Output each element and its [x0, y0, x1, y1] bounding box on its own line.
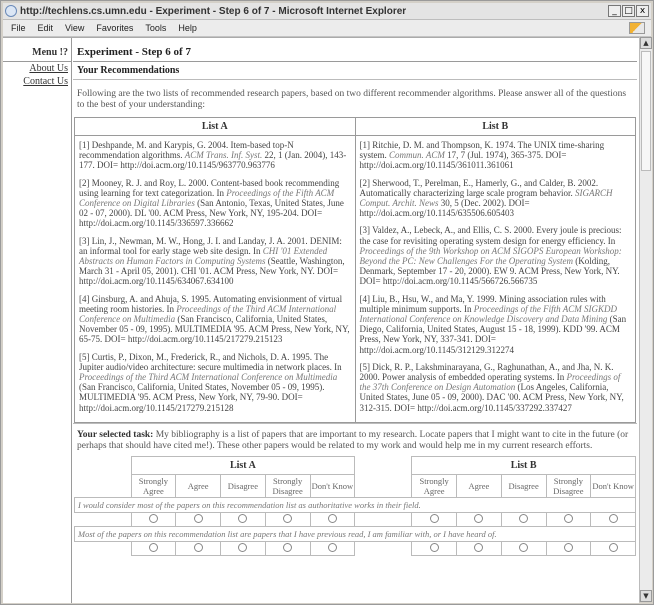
- rating-table: List A List B Strongly Agree Agree Disag…: [74, 455, 636, 556]
- radio-a2-agree[interactable]: [193, 542, 203, 552]
- selected-task: Your selected task: My bibliography is a…: [73, 422, 637, 456]
- list-item: [3] Valdez, A., Lebeck, A., and Ellis, C…: [359, 225, 622, 287]
- nav-contact-us[interactable]: Contact Us: [3, 75, 71, 88]
- radio-b2-strongly-disagree[interactable]: [563, 542, 573, 552]
- radio-a2-strongly-disagree[interactable]: [283, 542, 293, 552]
- close-button[interactable]: x: [636, 5, 649, 17]
- radio-a1-strongly-disagree[interactable]: [283, 513, 293, 523]
- radio-b1-strongly-agree[interactable]: [429, 513, 439, 523]
- nav-menu[interactable]: Menu !?: [3, 38, 71, 62]
- menu-tools[interactable]: Tools: [145, 23, 166, 33]
- main-content: Experiment - Step 6 of 7 Your Recommenda…: [73, 38, 637, 603]
- list-item: [1] Ritchie, D. M. and Thompson, K. 1974…: [359, 140, 605, 171]
- list-b: [1] Ritchie, D. M. and Thompson, K. 1974…: [354, 135, 636, 423]
- list-item: [2] Mooney, R. J. and Roy, L. 2000. Cont…: [79, 177, 344, 229]
- radio-b1-disagree[interactable]: [519, 513, 529, 523]
- list-item: [2] Sherwood, T., Perelman, E., Hamerly,…: [359, 177, 613, 219]
- radio-a2-strongly-agree[interactable]: [148, 542, 158, 552]
- rating-list-a-header: List A: [130, 455, 356, 475]
- windows-logo-icon: [629, 22, 645, 34]
- list-item: [1] Deshpande, M. and Karypis, G. 2004. …: [79, 140, 347, 171]
- vertical-scrollbar[interactable]: ▲ ▼: [639, 37, 652, 602]
- scale-label: Strongly Agree: [130, 473, 177, 498]
- left-nav: Menu !? About Us Contact Us: [3, 38, 72, 603]
- rating-list-b-header: List B: [411, 455, 636, 475]
- scale-label: Don't Know: [309, 473, 356, 498]
- list-item: [5] Dick, R. P., Lakshminarayana, G., Ra…: [359, 361, 624, 413]
- window-title: http://techlens.cs.umn.edu - Experiment …: [20, 5, 407, 17]
- ie-icon: [5, 5, 17, 17]
- scale-label: Disagree: [500, 473, 547, 498]
- task-label: Your selected task:: [77, 429, 154, 440]
- radio-a1-strongly-agree[interactable]: [148, 513, 158, 523]
- radio-a2-dont-know[interactable]: [327, 542, 337, 552]
- menu-edit[interactable]: Edit: [38, 23, 54, 33]
- browser-window: http://techlens.cs.umn.edu - Experiment …: [0, 0, 654, 605]
- rating-statement: Most of the papers on this recommendatio…: [74, 525, 636, 542]
- page-title: Experiment - Step 6 of 7: [73, 38, 637, 62]
- scale-label: Strongly Agree: [411, 473, 457, 498]
- radio-a2-disagree[interactable]: [238, 542, 248, 552]
- scroll-up-icon[interactable]: ▲: [640, 37, 652, 49]
- menu-favorites[interactable]: Favorites: [96, 23, 133, 33]
- list-a: [1] Deshpande, M. and Karypis, G. 2004. …: [74, 135, 356, 423]
- scale-label: Strongly Disagree: [264, 473, 311, 498]
- nav-about-us[interactable]: About Us: [3, 62, 71, 75]
- list-item: [4] Liu, B., Hsu, W., and Ma, Y. 1999. M…: [359, 293, 627, 355]
- radio-a1-dont-know[interactable]: [327, 513, 337, 523]
- scale-label: Strongly Disagree: [545, 473, 592, 498]
- task-text: My bibliography is a list of papers that…: [77, 429, 629, 451]
- recommendation-lists: List A List B [1] Deshpande, M. and Kary…: [74, 117, 636, 423]
- menu-help[interactable]: Help: [178, 23, 197, 33]
- menu-file[interactable]: File: [11, 23, 26, 33]
- scroll-down-icon[interactable]: ▼: [640, 590, 652, 602]
- title-bar: http://techlens.cs.umn.edu - Experiment …: [3, 3, 651, 20]
- scroll-thumb[interactable]: [641, 51, 651, 171]
- list-a-header: List A: [74, 117, 356, 136]
- radio-b2-disagree[interactable]: [519, 542, 529, 552]
- scale-label: Agree: [175, 473, 221, 498]
- radio-b1-agree[interactable]: [474, 513, 484, 523]
- scale-label: Don't Know: [590, 473, 636, 498]
- list-item: [4] Ginsburg, A. and Ahuja, S. 1995. Aut…: [79, 293, 350, 345]
- minimize-button[interactable]: _: [608, 5, 621, 17]
- radio-a1-disagree[interactable]: [238, 513, 248, 523]
- radio-b2-strongly-agree[interactable]: [429, 542, 439, 552]
- radio-a1-agree[interactable]: [193, 513, 203, 523]
- maximize-button[interactable]: □: [622, 5, 635, 17]
- menu-bar: File Edit View Favorites Tools Help: [3, 20, 651, 37]
- scale-label: Agree: [456, 473, 502, 498]
- rating-statement: I would consider most of the papers on t…: [74, 496, 636, 513]
- scale-label: Disagree: [220, 473, 266, 498]
- list-item: [5] Curtis, P., Dixon, M., Frederick, R.…: [79, 351, 342, 413]
- radio-b1-dont-know[interactable]: [608, 513, 618, 523]
- radio-b1-strongly-disagree[interactable]: [563, 513, 573, 523]
- menu-view[interactable]: View: [65, 23, 84, 33]
- list-item: [3] Lin, J., Newman, M. W., Hong, J. I. …: [79, 235, 345, 287]
- intro-text: Following are the two lists of recommend…: [77, 89, 627, 110]
- page-viewport: Menu !? About Us Contact Us Experiment -…: [3, 37, 639, 603]
- section-title: Your Recommendations: [73, 62, 637, 80]
- radio-b2-dont-know[interactable]: [608, 542, 618, 552]
- radio-b2-agree[interactable]: [474, 542, 484, 552]
- list-b-header: List B: [354, 117, 636, 136]
